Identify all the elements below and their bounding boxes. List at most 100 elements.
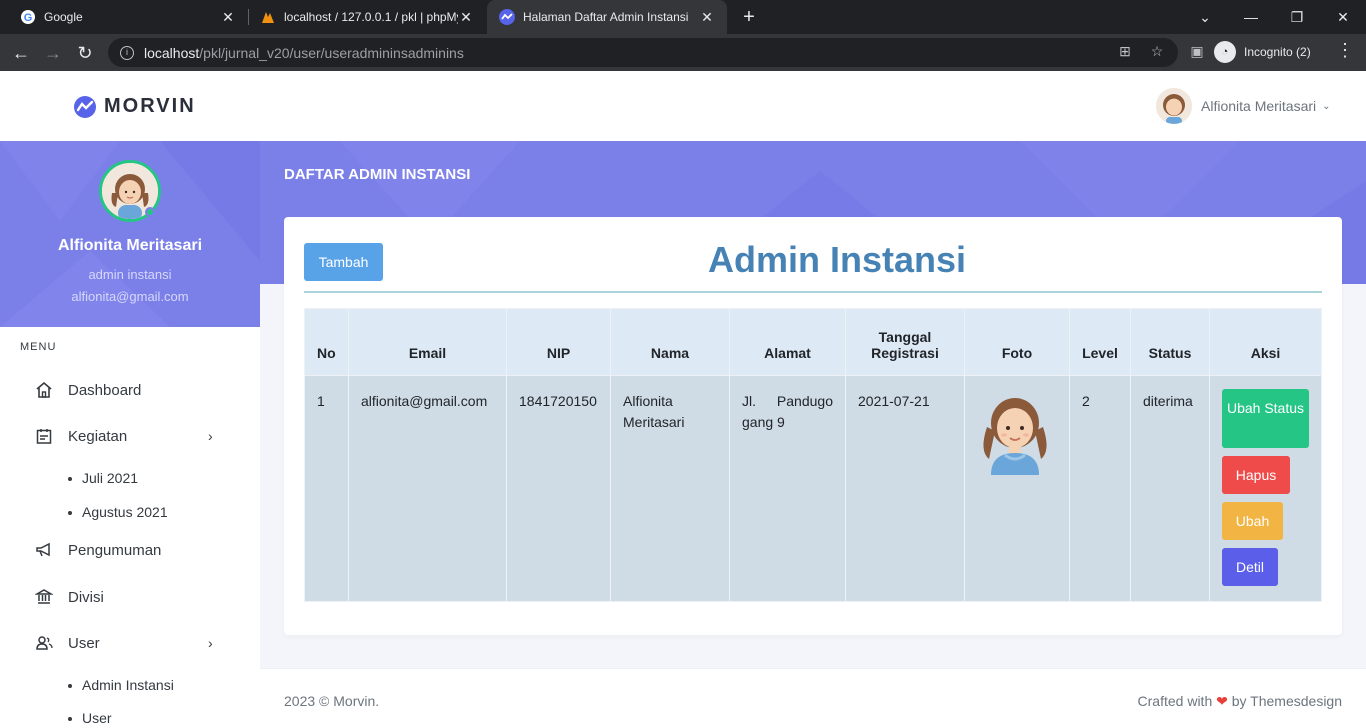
forward-icon[interactable]: → [40,40,66,66]
close-icon[interactable]: ✕ [220,9,236,26]
sidebar-subitem-label: User [82,710,112,726]
page-title: DAFTAR ADMIN INSTANSI [284,166,471,183]
footer-credit: Crafted with ❤ by Themesdesign [1138,693,1342,710]
browser-tab-admin-instansi[interactable]: Halaman Daftar Admin Instansi ✕ [487,0,727,34]
reload-icon[interactable]: ↻ [72,40,98,66]
new-tab-button[interactable]: + [738,6,760,28]
app-header: MORVIN Alfionita Meritasari ⌄ [0,71,1366,141]
ubah-status-button[interactable]: Ubah Status [1222,389,1309,448]
sidebar-subitem-agustus-2021[interactable]: Agustus 2021 [68,504,168,520]
close-window-button[interactable]: ✕ [1320,0,1366,34]
user-name: Alfionita Meritasari [1201,98,1317,114]
sidebar-subitem-user[interactable]: User [68,710,112,726]
sidebar-item-dashboard[interactable]: Dashboard [0,374,260,406]
translate-icon[interactable]: ⊞ [1116,42,1134,60]
chevron-right-icon: › [208,428,213,444]
cell-status: diterima [1130,375,1210,602]
sidebar-subitem-admin-instansi[interactable]: Admin Instansi [68,677,174,693]
bookmark-star-icon[interactable]: ☆ [1148,42,1166,60]
ubah-button[interactable]: Ubah [1222,502,1283,540]
sidebar-item-label: Kegiatan [68,427,128,445]
card-title: Admin Instansi [708,239,967,280]
sidebar-item-kegiatan[interactable]: Kegiatan › [0,420,260,452]
bullet-icon [68,684,72,689]
admin-table: No Email NIP Nama Alamat Tanggal Registr… [304,308,1322,602]
hapus-button[interactable]: Hapus [1222,456,1290,494]
cell-no: 1 [304,375,349,602]
address-bar[interactable]: i localhost/pkl/jurnal_v20/user/useradmi… [108,38,1178,67]
column-header-no: No [304,308,349,376]
detil-button[interactable]: Detil [1222,548,1278,586]
browser-menu-icon[interactable]: ⋮ [1336,40,1354,61]
chevron-right-icon: › [208,635,213,651]
cell-email: alfionita@gmail.com [348,375,507,602]
girl-avatar-photo [983,398,1047,475]
tab-title: localhost / 127.0.0.1 / pkl | phpMyAdmin [284,10,458,24]
footer-credit-prefix: Crafted with [1137,693,1213,709]
tab-search-icon[interactable]: ⌄ [1182,0,1228,34]
sidebar-subitem-juli-2021[interactable]: Juli 2021 [68,470,138,486]
morvin-icon [499,9,515,25]
back-icon[interactable]: ← [8,40,34,66]
cell-nama: Alfionita Meritasari [610,375,730,602]
brand-logo[interactable]: MORVIN [74,95,196,118]
minimize-button[interactable]: — [1228,0,1274,34]
user-menu[interactable]: Alfionita Meritasari ⌄ [1156,88,1331,124]
google-icon: G [20,9,36,25]
browser-tab-phpmyadmin[interactable]: localhost / 127.0.0.1 / pkl | phpMyAdmin… [248,0,486,34]
profile-name: Alfionita Meritasari [57,237,203,254]
online-status-dot [145,207,155,217]
site-info-icon[interactable]: i [120,45,134,60]
close-icon[interactable]: ✕ [458,9,474,26]
cell-level: 2 [1069,375,1131,602]
sidebar-profile: Alfionita Meritasari admin instansi alfi… [0,141,260,327]
table-row: 1 alfionita@gmail.com 1841720150 Alfioni… [304,375,1322,602]
column-header-nama: Nama [610,308,730,376]
home-icon [34,380,54,400]
incognito-indicator[interactable]: ◔ Incognito (2) [1214,39,1311,65]
sidebar-item-label: User [68,634,100,652]
sidebar-item-label: Dashboard [68,381,142,399]
admin-instansi-card: Tambah Admin Instansi No Email NIP Nama … [284,217,1342,635]
footer-credit-suffix: by Themesdesign [1231,693,1342,709]
table-header-row: No Email NIP Nama Alamat Tanggal Registr… [304,308,1322,376]
chevron-down-icon: ⌄ [1322,100,1331,112]
title-divider [304,291,1322,293]
sidebar-item-pengumuman[interactable]: Pengumuman [0,534,260,566]
side-panel-icon[interactable]: ▣ [1188,42,1206,60]
sidebar-item-label: Divisi [68,588,104,606]
url-text: localhost/pkl/jurnal_v20/user/useradmini… [144,44,464,61]
add-button[interactable]: Tambah [304,243,383,281]
cell-nip: 1841720150 [506,375,611,602]
sidebar: Alfionita Meritasari admin instansi alfi… [0,141,260,728]
brand-name: MORVIN [104,95,196,117]
menu-title: MENU [20,341,57,353]
browser-tab-google[interactable]: G Google ✕ [8,0,248,34]
column-header-tanggal-registrasi: Tanggal Registrasi [845,308,965,376]
column-header-aksi: Aksi [1209,308,1322,376]
restore-button[interactable]: ❐ [1274,0,1320,34]
column-header-foto: Foto [964,308,1070,376]
bullet-icon [68,477,72,482]
sidebar-subitem-label: Juli 2021 [82,470,139,486]
incognito-icon: ◔ [1214,41,1236,63]
tab-title: Google [44,10,83,24]
footer: 2023 © Morvin. Crafted with ❤ by Themesd… [260,668,1366,728]
bank-icon [34,587,54,607]
cell-alamat: Jl. Pandugo gang 9 [729,375,846,602]
sidebar-item-divisi[interactable]: Divisi [0,581,260,613]
bullet-icon [68,511,72,516]
calendar-icon [34,426,54,446]
morvin-logo-icon [74,95,96,118]
column-header-alamat: Alamat [729,308,846,376]
bullet-icon [68,717,72,722]
browser-toolbar: ← → ↻ i localhost/pkl/jurnal_v20/user/us… [0,34,1366,71]
close-icon[interactable]: ✕ [699,9,715,26]
footer-copyright: 2023 © Morvin. [284,693,380,709]
incognito-label: Incognito (2) [1244,45,1311,59]
tab-title: Halaman Daftar Admin Instansi [523,10,689,24]
heart-icon: ❤ [1216,693,1228,709]
sidebar-item-label: Pengumuman [68,541,162,559]
browser-tab-bar: G Google ✕ localhost / 127.0.0.1 / pkl |… [0,0,1366,34]
sidebar-item-user[interactable]: User › [0,627,260,659]
